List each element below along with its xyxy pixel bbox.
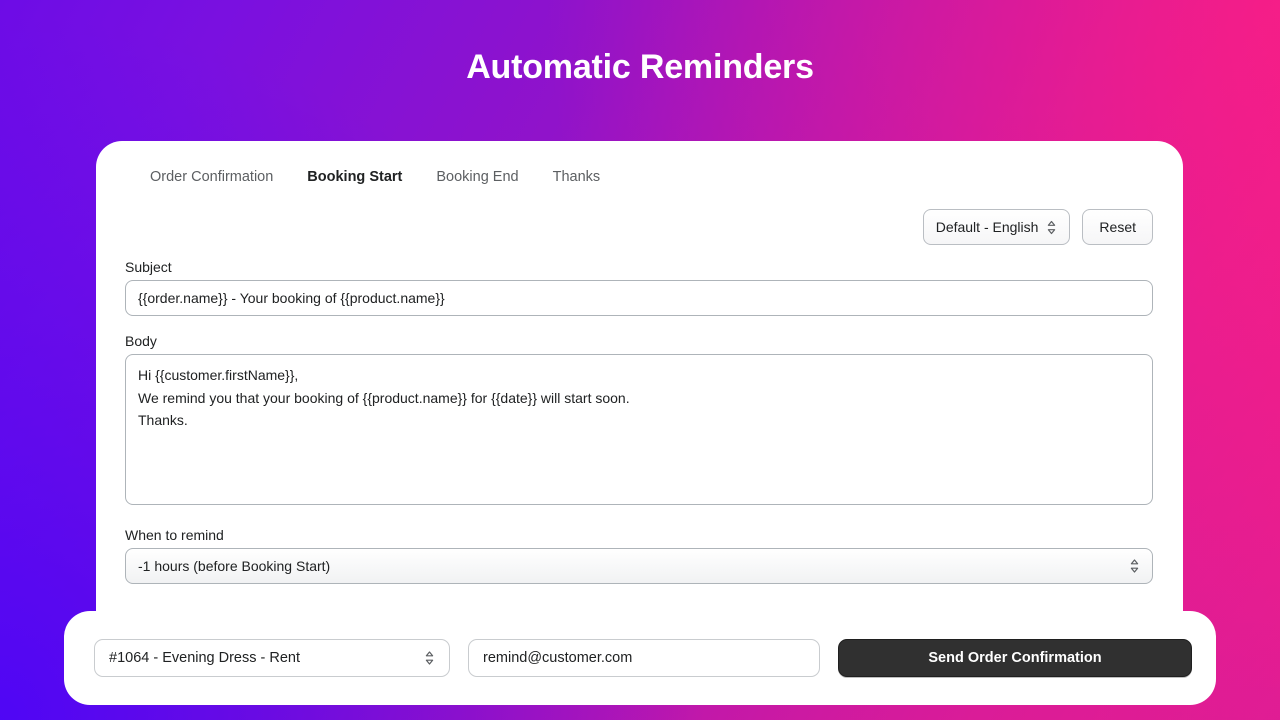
tab-booking-start[interactable]: Booking Start xyxy=(307,169,402,185)
chevron-up-down-icon xyxy=(1130,559,1139,573)
when-to-remind-label: When to remind xyxy=(125,527,224,543)
when-to-remind-value: -1 hours (before Booking Start) xyxy=(138,558,331,574)
reminder-form: Subject Body Hi {{customer.firstName}}, … xyxy=(96,245,1183,584)
subject-label: Subject xyxy=(125,259,172,275)
bottom-action-bar: #1064 - Evening Dress - Rent Send Order … xyxy=(64,611,1216,705)
tab-booking-end[interactable]: Booking End xyxy=(436,169,518,185)
order-select-value: #1064 - Evening Dress - Rent xyxy=(109,650,301,666)
main-card: Order Confirmation Booking Start Booking… xyxy=(96,141,1183,681)
toolbar: Default - English Reset xyxy=(96,185,1183,245)
reset-button[interactable]: Reset xyxy=(1082,209,1153,245)
remind-field-block: When to remind -1 hours (before Booking … xyxy=(125,527,1153,584)
send-order-confirmation-button[interactable]: Send Order Confirmation xyxy=(838,639,1192,677)
when-to-remind-select[interactable]: -1 hours (before Booking Start) xyxy=(125,548,1153,584)
body-field-block: Body Hi {{customer.firstName}}, We remin… xyxy=(125,333,1153,510)
tab-thanks[interactable]: Thanks xyxy=(553,169,601,185)
chevron-up-down-icon xyxy=(1048,220,1056,234)
subject-field-block: Subject xyxy=(125,259,1153,316)
recipient-email-input[interactable] xyxy=(468,639,820,677)
tab-order-confirmation[interactable]: Order Confirmation xyxy=(150,169,273,185)
language-select-value: Default - English xyxy=(935,219,1039,235)
subject-input[interactable] xyxy=(125,280,1153,316)
language-select[interactable]: Default - English xyxy=(922,209,1071,245)
body-label: Body xyxy=(125,333,157,349)
tab-bar: Order Confirmation Booking Start Booking… xyxy=(96,141,1183,185)
page-title: Automatic Reminders xyxy=(466,48,814,86)
order-select[interactable]: #1064 - Evening Dress - Rent xyxy=(94,639,450,677)
chevron-up-down-icon xyxy=(425,651,434,665)
body-textarea[interactable]: Hi {{customer.firstName}}, We remind you… xyxy=(125,354,1153,505)
